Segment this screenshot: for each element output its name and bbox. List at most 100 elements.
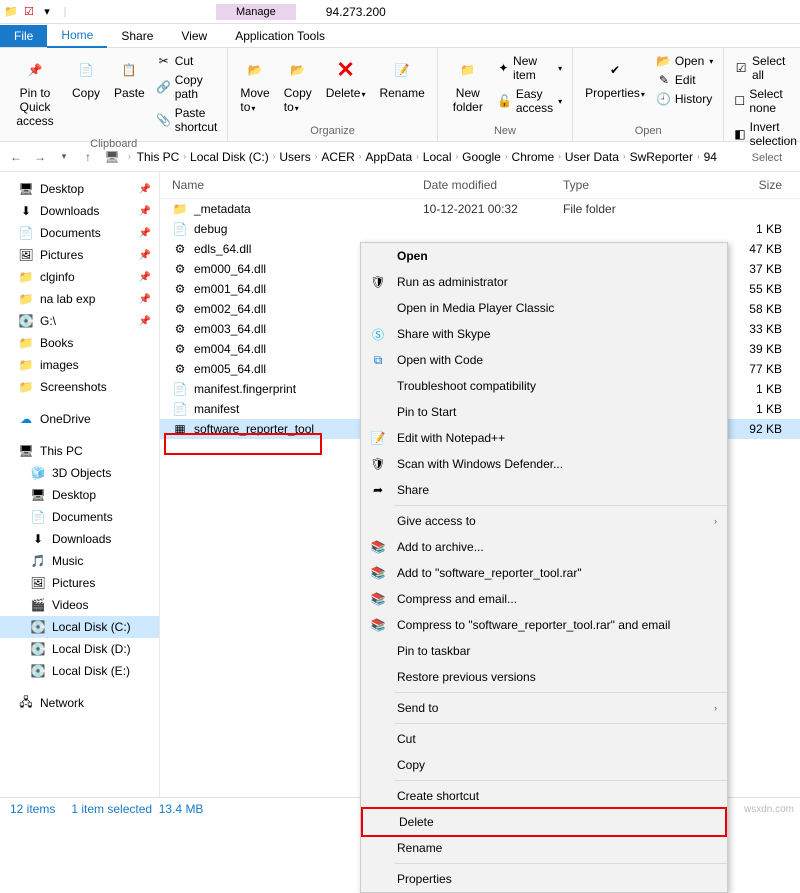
ctx-compress-email[interactable]: 📚Compress and email... <box>361 586 727 612</box>
sidebar-item-documents[interactable]: 📄Documents <box>0 506 159 528</box>
new-folder-button[interactable]: 📁New folder <box>444 52 492 118</box>
tab-home[interactable]: Home <box>47 24 107 48</box>
forward-button[interactable]: → <box>30 147 50 167</box>
history-button[interactable]: 🕘History <box>653 90 717 108</box>
ctx-skype[interactable]: ⓈShare with Skype <box>361 321 727 347</box>
paste-button[interactable]: 📋Paste <box>108 52 151 104</box>
invert-selection-button[interactable]: ◧Invert selection <box>730 118 800 150</box>
ctx-share[interactable]: ➦Share <box>361 477 727 503</box>
move-to-button[interactable]: 📂Move to▾ <box>234 52 275 118</box>
sidebar-item-images[interactable]: 📁images <box>0 354 159 376</box>
sidebar-item-na-lab-exp[interactable]: 📁na lab exp📌 <box>0 288 159 310</box>
copy-to-button[interactable]: 📂Copy to▾ <box>278 52 318 118</box>
ctx-restore-prev[interactable]: Restore previous versions <box>361 664 727 690</box>
sidebar-item-local-disk-d-[interactable]: 💽Local Disk (D:) <box>0 638 159 660</box>
ctx-send-to[interactable]: Send to› <box>361 695 727 721</box>
select-all-button[interactable]: ☑Select all <box>730 52 800 84</box>
chevron-right-icon[interactable]: › <box>313 152 320 161</box>
sidebar-item-music[interactable]: 🎵Music <box>0 550 159 572</box>
ctx-defender[interactable]: 🛡Scan with Windows Defender... <box>361 451 727 477</box>
sidebar-item-documents[interactable]: 📄Documents📌 <box>0 222 159 244</box>
sidebar-item-books[interactable]: 📁Books <box>0 332 159 354</box>
chevron-right-icon[interactable]: › <box>414 152 421 161</box>
breadcrumb[interactable]: This PC›Local Disk (C:)›Users›ACER›AppDa… <box>137 150 717 164</box>
ctx-pin-taskbar[interactable]: Pin to taskbar <box>361 638 727 664</box>
sidebar-item-local-disk-e-[interactable]: 💽Local Disk (E:) <box>0 660 159 682</box>
ctx-vscode[interactable]: ⧉Open with Code <box>361 347 727 373</box>
crumb-94[interactable]: 94 <box>704 150 717 164</box>
tab-share[interactable]: Share <box>107 25 167 47</box>
properties-button[interactable]: ✔Properties▾ <box>579 52 651 104</box>
copy-path-button[interactable]: 🔗Copy path <box>153 71 222 103</box>
chevron-down-icon[interactable]: ▾ <box>40 5 54 19</box>
copy-button[interactable]: 📄Copy <box>66 52 106 104</box>
ctx-add-rar[interactable]: 📚Add to "software_reporter_tool.rar" <box>361 560 727 586</box>
crumb-local-disk-c-[interactable]: Local Disk (C:) <box>190 150 269 164</box>
rename-button[interactable]: 📝Rename <box>373 52 430 104</box>
sidebar-this-pc[interactable]: 🖥This PC <box>0 440 159 462</box>
crumb-local[interactable]: Local <box>423 150 452 164</box>
tab-file[interactable]: File <box>0 25 47 47</box>
ctx-open[interactable]: Open <box>361 243 727 269</box>
cut-button[interactable]: ✂Cut <box>153 52 222 70</box>
pin-to-quick-access-button[interactable]: 📌Pin to Quick access <box>6 52 64 132</box>
sidebar-item-downloads[interactable]: ⬇Downloads📌 <box>0 200 159 222</box>
crumb-this-pc[interactable]: This PC <box>137 150 180 164</box>
back-button[interactable]: ← <box>6 147 26 167</box>
sidebar-onedrive[interactable]: ☁OneDrive <box>0 408 159 430</box>
tab-application-tools[interactable]: Application Tools <box>221 25 339 47</box>
manage-contextual-tab[interactable]: Manage <box>216 4 296 20</box>
delete-button[interactable]: ✕Delete▾ <box>320 52 372 104</box>
sidebar-network[interactable]: 🖧Network <box>0 692 159 714</box>
chevron-right-icon[interactable]: › <box>621 152 628 161</box>
ctx-copy[interactable]: Copy <box>361 752 727 778</box>
paste-shortcut-button[interactable]: 📎Paste shortcut <box>153 104 222 136</box>
crumb-google[interactable]: Google <box>462 150 501 164</box>
chevron-right-icon[interactable]: › <box>503 152 510 161</box>
chevron-right-icon[interactable]: › <box>453 152 460 161</box>
edit-button[interactable]: ✎Edit <box>653 71 717 89</box>
chevron-right-icon[interactable]: › <box>556 152 563 161</box>
select-none-button[interactable]: ☐Select none <box>730 85 800 117</box>
crumb-users[interactable]: Users <box>279 150 310 164</box>
ctx-rename[interactable]: Rename <box>361 835 727 861</box>
ctx-properties[interactable]: Properties <box>361 866 727 892</box>
ctx-media-player[interactable]: Open in Media Player Classic <box>361 295 727 321</box>
column-headers[interactable]: Name Date modified Type Size <box>160 172 800 199</box>
ctx-add-archive[interactable]: 📚Add to archive... <box>361 534 727 560</box>
crumb-user-data[interactable]: User Data <box>565 150 619 164</box>
sidebar-item-3d-objects[interactable]: 🧊3D Objects <box>0 462 159 484</box>
sidebar-item-screenshots[interactable]: 📁Screenshots <box>0 376 159 398</box>
ctx-give-access[interactable]: Give access to› <box>361 508 727 534</box>
chevron-right-icon[interactable]: › <box>126 152 133 161</box>
ctx-delete[interactable]: Delete <box>363 809 725 835</box>
chevron-right-icon[interactable]: › <box>181 152 188 161</box>
crumb-chrome[interactable]: Chrome <box>512 150 555 164</box>
crumb-swreporter[interactable]: SwReporter <box>630 150 693 164</box>
sidebar-item-clginfo[interactable]: 📁clginfo📌 <box>0 266 159 288</box>
easy-access-button[interactable]: 🔓Easy access▾ <box>494 85 566 117</box>
new-item-button[interactable]: ✦New item▾ <box>494 52 566 84</box>
file-row[interactable]: 📄debug1 KB <box>160 219 800 239</box>
ctx-notepad[interactable]: 📝Edit with Notepad++ <box>361 425 727 451</box>
sidebar-item-pictures[interactable]: 🖼Pictures📌 <box>0 244 159 266</box>
sidebar-item-desktop[interactable]: 🖥Desktop📌 <box>0 178 159 200</box>
crumb-acer[interactable]: ACER <box>321 150 354 164</box>
ctx-compress-rar-email[interactable]: 📚Compress to "software_reporter_tool.rar… <box>361 612 727 638</box>
ctx-pin-start[interactable]: Pin to Start <box>361 399 727 425</box>
chevron-right-icon[interactable]: › <box>357 152 364 161</box>
chevron-right-icon[interactable]: › <box>271 152 278 161</box>
open-icon[interactable]: ☑ <box>22 5 36 19</box>
ctx-create-shortcut[interactable]: Create shortcut <box>361 783 727 809</box>
ctx-troubleshoot[interactable]: Troubleshoot compatibility <box>361 373 727 399</box>
ctx-cut[interactable]: Cut <box>361 726 727 752</box>
file-row[interactable]: 📁_metadata10-12-2021 00:32File folder <box>160 199 800 219</box>
navigation-pane[interactable]: 🖥Desktop📌⬇Downloads📌📄Documents📌🖼Pictures… <box>0 172 160 797</box>
sidebar-item-videos[interactable]: 🎬Videos <box>0 594 159 616</box>
crumb-appdata[interactable]: AppData <box>365 150 412 164</box>
up-button[interactable]: ↑ <box>78 147 98 167</box>
sidebar-item-desktop[interactable]: 🖥Desktop <box>0 484 159 506</box>
open-button[interactable]: 📂Open▾ <box>653 52 717 70</box>
chevron-right-icon[interactable]: › <box>695 152 702 161</box>
recent-button[interactable]: ▾ <box>54 147 74 167</box>
